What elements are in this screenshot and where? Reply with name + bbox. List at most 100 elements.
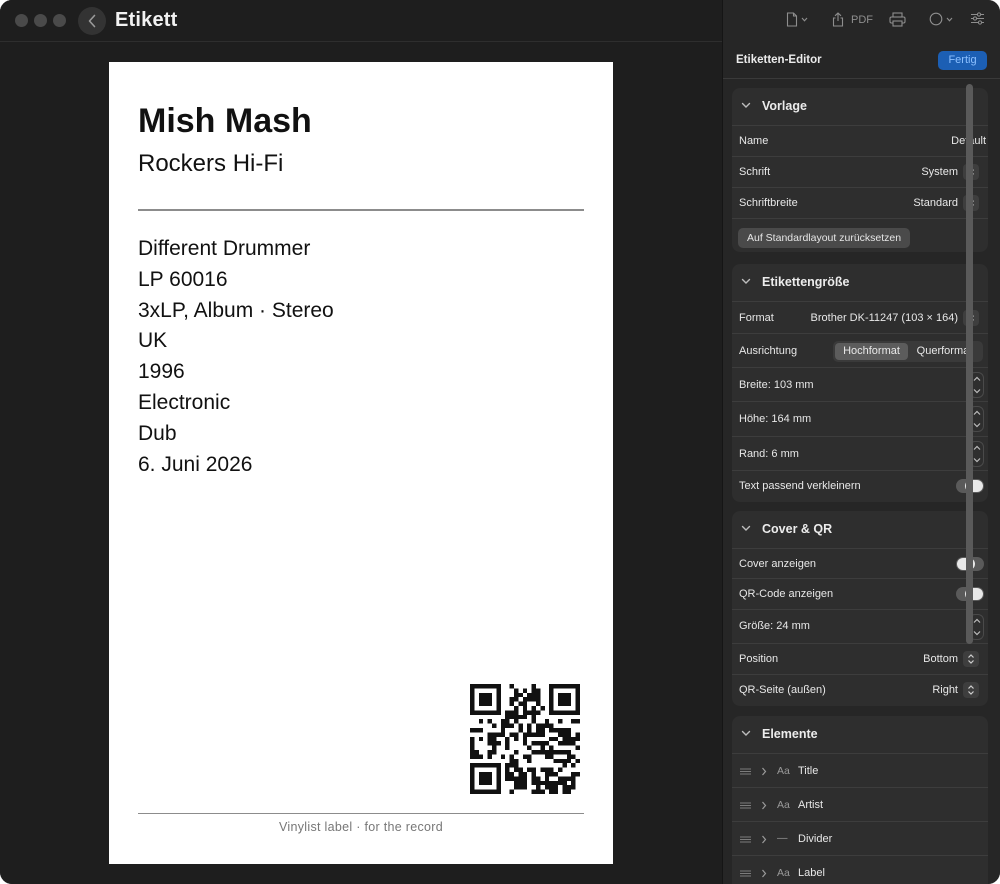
divider-element-icon: —	[777, 832, 788, 844]
label-title: Mish Mash	[138, 102, 312, 140]
width-label: Breite: 103 mm	[739, 379, 814, 391]
label-detail-line: 3xLP, Album · Stereo	[138, 298, 334, 322]
element-name: Label	[798, 867, 825, 879]
section-title: Etikettengröße	[762, 275, 850, 289]
drag-handle-icon[interactable]	[740, 870, 751, 877]
element-name: Divider	[798, 833, 833, 845]
label-detail-line: Electronic	[138, 390, 231, 414]
section-elements-header[interactable]: Elemente	[732, 716, 988, 754]
height-row: Höhe: 164 mm	[732, 402, 988, 437]
row-label: Name	[739, 135, 769, 147]
preview-area: Etikett Mish Mash Rockers Hi-Fi Differen…	[0, 0, 722, 884]
editor-header: Etiketten-Editor Fertig	[723, 42, 1000, 79]
qr-position-select[interactable]	[963, 651, 979, 667]
chevron-down-icon	[973, 389, 981, 394]
text-element-icon: Aa	[777, 867, 790, 879]
font-row[interactable]: Schrift System	[732, 157, 988, 188]
export-pdf-button[interactable]: PDF	[832, 12, 873, 27]
qr-size-row: Größe: 24 mm	[732, 610, 988, 644]
element-row-artist[interactable]: Aa Artist	[732, 788, 988, 822]
print-button[interactable]	[889, 12, 906, 27]
done-button[interactable]: Fertig	[938, 51, 987, 70]
drag-handle-icon[interactable]	[740, 802, 751, 809]
pdf-label: PDF	[851, 13, 873, 26]
reset-layout-button[interactable]: Auf Standardlayout zurücksetzen	[738, 228, 911, 248]
toolbar: PDF	[723, 0, 1000, 42]
height-label: Höhe: 164 mm	[739, 413, 812, 425]
section-cover-qr-header[interactable]: Cover & QR	[732, 511, 988, 549]
row-label: QR-Code anzeigen	[739, 588, 834, 600]
element-row-title[interactable]: Aa Title	[732, 754, 988, 788]
zoom-window-button[interactable]	[53, 14, 66, 27]
back-button[interactable]	[78, 7, 106, 35]
show-cover-row: Cover anzeigen	[732, 549, 988, 579]
editor-panel[interactable]: Vorlage Name Default Schrift System Schr…	[723, 80, 1000, 884]
orientation-row: Ausrichtung Hochformat Querformat	[732, 334, 988, 368]
row-label: Cover anzeigen	[739, 558, 817, 570]
row-label: QR-Seite (außen)	[739, 684, 826, 696]
inspector-sidebar: PDF Etiketten-Editor Fertig Vorlage Name…	[722, 0, 1000, 884]
row-label: Format	[739, 312, 774, 324]
format-value: Brother DK-11247 (103 × 164)	[810, 312, 958, 324]
chevron-up-icon	[973, 618, 981, 623]
width-row: Breite: 103 mm	[732, 368, 988, 402]
orientation-segmented-control[interactable]: Hochformat Querformat	[833, 341, 983, 362]
chevron-right-icon[interactable]	[761, 801, 767, 810]
qr-size-label: Größe: 24 mm	[739, 620, 810, 632]
element-row-label[interactable]: Aa Label	[732, 856, 988, 884]
margin-row: Rand: 6 mm	[732, 437, 988, 471]
chevron-updown-icon	[968, 685, 974, 695]
label-footer: Vinylist label · for the record	[279, 820, 443, 834]
chevron-right-icon[interactable]	[761, 767, 767, 776]
font-width-value: Standard	[913, 197, 958, 209]
format-row[interactable]: Format Brother DK-11247 (103 × 164)	[732, 302, 988, 334]
section-label-size-header[interactable]: Etikettengröße	[732, 264, 988, 302]
section-title: Vorlage	[762, 99, 807, 113]
chevron-down-icon	[741, 525, 751, 531]
row-label: Ausrichtung	[739, 345, 798, 357]
element-name: Title	[798, 765, 819, 777]
circle-icon	[929, 12, 943, 26]
chevron-up-icon	[973, 376, 981, 381]
chevron-down-icon	[801, 17, 808, 22]
element-name: Artist	[798, 799, 824, 811]
font-width-row[interactable]: Schriftbreite Standard	[732, 188, 988, 219]
inspector-toggle-button[interactable]	[970, 12, 985, 25]
qr-side-row[interactable]: QR-Seite (außen) Right	[732, 675, 988, 705]
sidebar-scrollbar[interactable]	[966, 84, 973, 644]
section-title: Cover & QR	[762, 522, 833, 536]
qr-position-value: Bottom	[923, 653, 958, 665]
document-menu-button[interactable]	[786, 12, 808, 27]
chevron-up-icon	[973, 445, 981, 450]
chevron-down-icon	[973, 423, 981, 428]
chevron-right-icon[interactable]	[761, 835, 767, 844]
app-title: Etikett	[115, 9, 178, 31]
title-bar: Etikett	[0, 0, 722, 42]
chevron-right-icon[interactable]	[761, 869, 767, 878]
template-name-row[interactable]: Name Default	[732, 126, 988, 157]
appearance-menu-button[interactable]	[929, 12, 953, 26]
row-label: Position	[739, 653, 779, 665]
label-divider	[138, 209, 584, 211]
document-icon	[786, 12, 798, 27]
app-window: Etikett Mish Mash Rockers Hi-Fi Differen…	[0, 0, 1000, 884]
row-label: Text passend verkleinern	[739, 480, 861, 492]
close-window-button[interactable]	[15, 14, 28, 27]
orientation-portrait-option[interactable]: Hochformat	[835, 343, 908, 360]
chevron-down-icon	[946, 17, 953, 22]
text-element-icon: Aa	[777, 799, 790, 811]
element-row-divider[interactable]: — Divider	[732, 822, 988, 856]
drag-handle-icon[interactable]	[740, 836, 751, 843]
label-detail-line: Different Drummer	[138, 237, 311, 260]
drag-handle-icon[interactable]	[740, 768, 751, 775]
section-template-header[interactable]: Vorlage	[732, 88, 988, 126]
qr-position-row[interactable]: Position Bottom	[732, 644, 988, 675]
chevron-left-icon	[88, 14, 96, 28]
share-icon	[832, 12, 844, 27]
chevron-down-icon	[973, 631, 981, 636]
chevron-down-icon	[741, 102, 751, 108]
label-footer-divider	[138, 813, 584, 814]
minimize-window-button[interactable]	[34, 14, 47, 27]
qr-side-select[interactable]	[963, 682, 979, 698]
label-detail-line: UK	[138, 329, 168, 353]
